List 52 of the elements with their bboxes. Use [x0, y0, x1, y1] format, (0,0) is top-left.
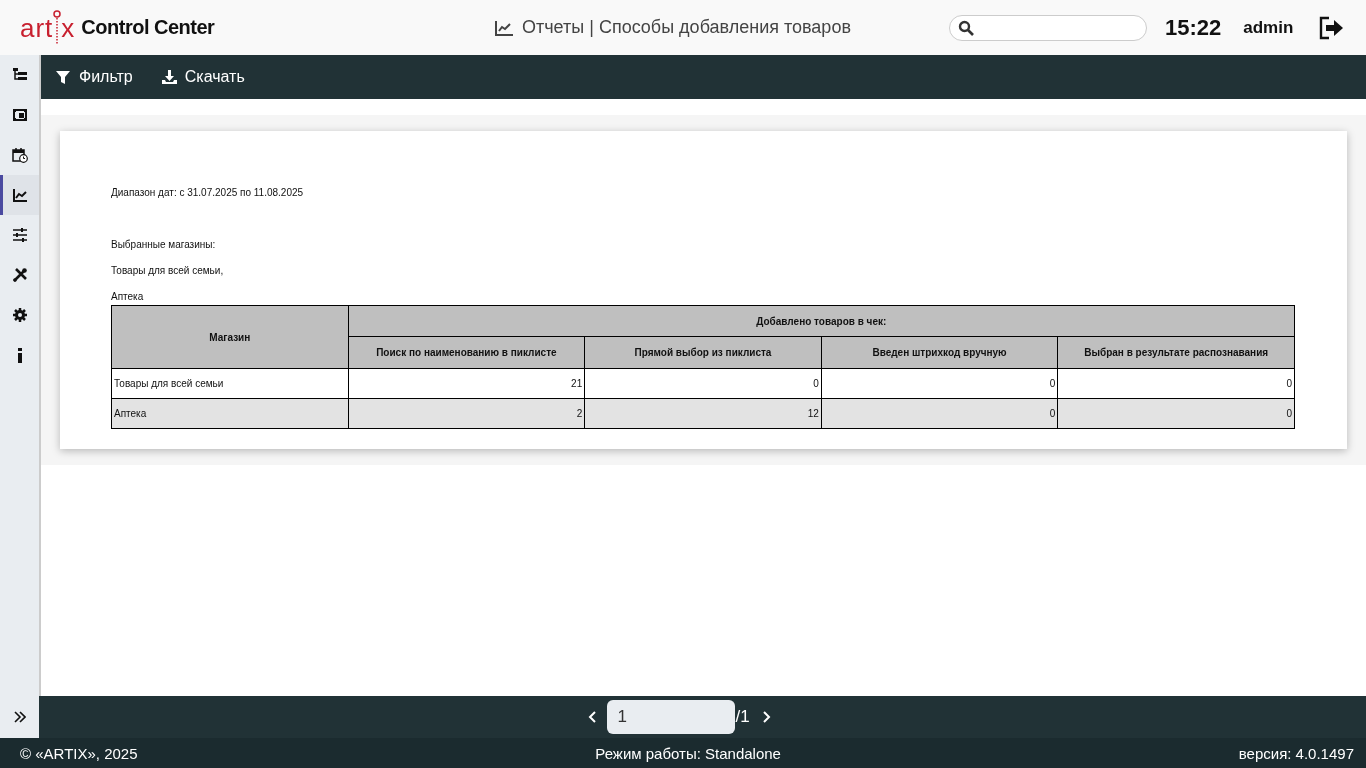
page-total: /1	[735, 707, 750, 727]
table-header: Введен штрихкод вручную	[821, 336, 1058, 369]
chart-icon	[495, 19, 513, 36]
next-page-icon[interactable]	[761, 710, 772, 724]
version-text: версия: 4.0.1497	[1238, 744, 1354, 762]
table-header: Магазин	[111, 305, 349, 369]
copyright-text: © «ARTIX», 2025	[20, 744, 138, 762]
table-cell: Аптека	[111, 398, 349, 429]
table-header: Выбран в результате распознавания	[1057, 336, 1295, 369]
frame-icon	[11, 107, 28, 123]
table-header: Поиск по наименованию в пиклисте	[348, 336, 585, 369]
app-title: Control Center	[81, 16, 215, 39]
download-icon	[160, 69, 177, 85]
table-header: Добавлено товаров в чек:	[348, 305, 1295, 337]
double-chevron-icon	[13, 711, 26, 723]
search-field[interactable]	[949, 14, 1147, 41]
logo-text: x	[61, 14, 76, 41]
table-cell: 12	[584, 398, 822, 429]
table-cell: 21	[348, 368, 585, 399]
mode-text: Режим работы: Standalone	[595, 744, 781, 762]
toolbar-button[interactable]: Фильтр	[55, 68, 133, 86]
report-text: Выбранные магазины:	[111, 239, 217, 251]
toolbar-button[interactable]: Скачать	[160, 68, 245, 86]
info-icon	[17, 347, 22, 363]
page-title: Отчеты | Способы добавления товаров	[522, 17, 851, 38]
tools-icon	[11, 267, 28, 283]
report-text: Диапазон дат: с 31.07.2025 по 11.08.2025	[111, 187, 305, 199]
settings-icon	[11, 307, 28, 323]
table-cell: 0	[821, 398, 1058, 429]
page-field[interactable]: 1	[607, 700, 736, 734]
table-cell: Товары для всей семьи	[111, 368, 349, 399]
chart-icon	[11, 187, 28, 203]
logo-mark-icon	[53, 9, 62, 46]
report-text: Аптека	[111, 291, 145, 303]
clock-time: 15:22	[1165, 14, 1222, 41]
user-name[interactable]: admin	[1243, 17, 1294, 38]
table-cell: 0	[1057, 368, 1295, 399]
table-cell: 0	[584, 368, 822, 399]
table-cell: 0	[1057, 398, 1295, 429]
sliders-icon	[11, 227, 28, 243]
calendar-clock-icon	[11, 147, 28, 163]
table-cell: 2	[348, 398, 585, 429]
table-header: Прямой выбор из пиклиста	[584, 336, 822, 369]
filter-icon	[55, 69, 71, 85]
report-text: Товары для всей семьи,	[111, 265, 225, 277]
sidebar-item[interactable]	[0, 175, 39, 215]
search-icon	[958, 19, 974, 36]
previous-page-icon[interactable]	[587, 710, 598, 724]
logo-text: art	[20, 14, 54, 41]
expand-button[interactable]	[0, 696, 39, 738]
list-tree-icon	[11, 67, 28, 83]
table-cell: 0	[821, 368, 1058, 399]
